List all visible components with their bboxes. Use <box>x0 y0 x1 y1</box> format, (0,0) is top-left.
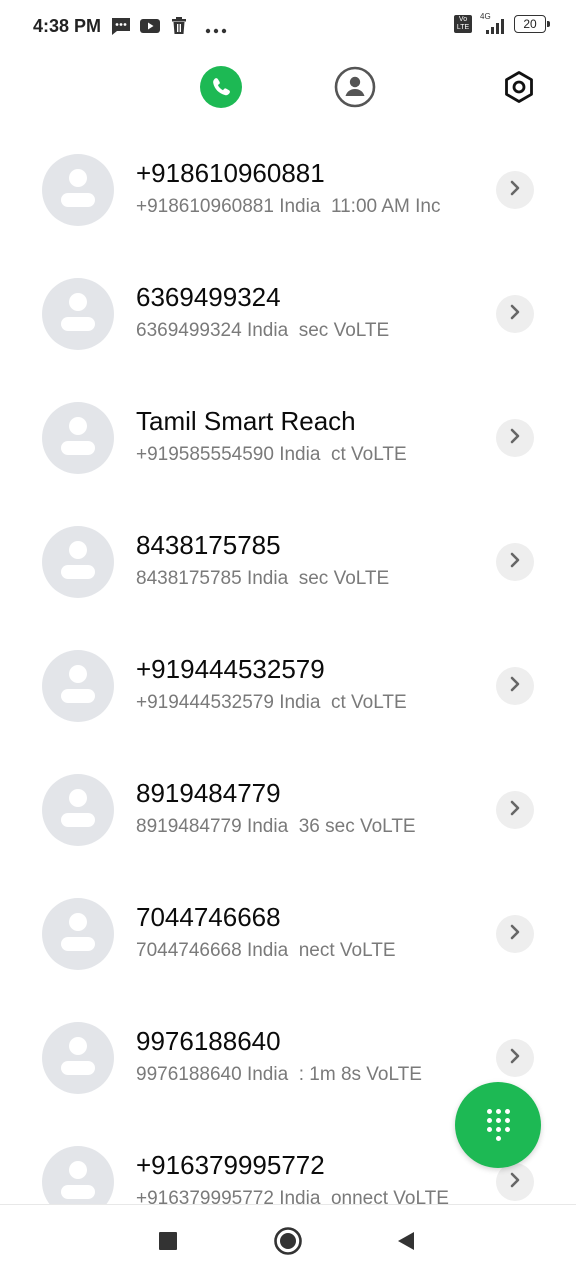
status-indicators: Vo LTE 4G 20 <box>454 12 550 34</box>
back-button[interactable] <box>390 1227 422 1259</box>
settings-button[interactable] <box>496 66 542 112</box>
tab-calls[interactable] <box>198 65 244 113</box>
chevron-right-icon <box>508 179 522 202</box>
call-item[interactable]: +918610960881 +918610960881 India 11:00 … <box>0 128 576 252</box>
phone-icon <box>200 65 242 113</box>
call-item[interactable]: Tamil Smart Reach +919585554590 India ct… <box>0 376 576 500</box>
call-item[interactable]: +919444532579 +919444532579 India ct VoL… <box>0 624 576 748</box>
call-item[interactable]: 7044746668 7044746668 India nect VoLTE <box>0 872 576 996</box>
dialpad-icon <box>486 1109 510 1141</box>
recents-button[interactable] <box>152 1227 184 1259</box>
hexagon-settings-icon <box>502 70 536 109</box>
call-name: Tamil Smart Reach <box>136 406 356 436</box>
avatar <box>42 774 114 846</box>
square-icon <box>158 1231 178 1256</box>
chevron-right-icon <box>508 303 522 326</box>
triangle-back-icon <box>395 1230 417 1257</box>
circle-home-icon <box>273 1226 303 1261</box>
youtube-notification-icon <box>139 16 161 41</box>
call-detail-button[interactable] <box>496 667 534 705</box>
dialpad-button[interactable] <box>455 1082 541 1168</box>
avatar <box>42 402 114 474</box>
battery-indicator: 20 <box>514 15 550 33</box>
call-details: +916379995772 India onnect VoLTE <box>136 1188 449 1204</box>
chevron-right-icon <box>508 1047 522 1070</box>
delete-notification-icon <box>169 16 189 41</box>
call-name: 6369499324 <box>136 282 281 312</box>
home-button[interactable] <box>272 1226 304 1261</box>
call-detail-button[interactable] <box>496 1163 534 1201</box>
call-details: 8919484779 India 36 sec VoLTE <box>136 816 416 837</box>
call-name: 8919484779 <box>136 778 281 808</box>
volte-icon: Vo LTE <box>454 15 472 33</box>
call-details: 9976188640 India : 1m 8s VoLTE <box>136 1064 422 1085</box>
call-detail-button[interactable] <box>496 915 534 953</box>
call-name: 7044746668 <box>136 902 281 932</box>
call-detail-button[interactable] <box>496 295 534 333</box>
avatar <box>42 526 114 598</box>
avatar <box>42 278 114 350</box>
call-name: +916379995772 <box>136 1150 325 1180</box>
more-notifications-icon <box>204 22 228 40</box>
call-detail-button[interactable] <box>496 1039 534 1077</box>
call-detail-button[interactable] <box>496 419 534 457</box>
top-navigation <box>0 65 576 116</box>
chevron-right-icon <box>508 675 522 698</box>
call-name: 9976188640 <box>136 1026 281 1056</box>
message-notification-icon <box>110 16 132 41</box>
chevron-right-icon <box>508 427 522 450</box>
call-details: +919444532579 India ct VoLTE <box>136 692 407 713</box>
avatar <box>42 1022 114 1094</box>
chevron-right-icon <box>508 799 522 822</box>
tab-contacts[interactable] <box>332 66 378 112</box>
call-detail-button[interactable] <box>496 791 534 829</box>
status-bar: 4:38 PM Vo LTE 4G 20 <box>0 0 576 56</box>
signal-icon: 4G <box>480 12 506 34</box>
call-details: +919585554590 India ct VoLTE <box>136 444 407 465</box>
call-detail-button[interactable] <box>496 543 534 581</box>
call-details: 7044746668 India nect VoLTE <box>136 940 396 961</box>
status-time: 4:38 PM <box>33 16 102 36</box>
call-details: 8438175785 India sec VoLTE <box>136 568 390 589</box>
chevron-right-icon <box>508 1171 522 1194</box>
call-item[interactable]: 8919484779 8919484779 India 36 sec VoLTE <box>0 748 576 872</box>
call-name: +918610960881 <box>136 158 325 188</box>
call-name: 8438175785 <box>136 530 281 560</box>
avatar <box>42 1146 114 1204</box>
call-details: +918610960881 India 11:00 AM Inc <box>136 196 441 217</box>
call-name: +919444532579 <box>136 654 325 684</box>
avatar <box>42 154 114 226</box>
call-details: 6369499324 India sec VoLTE <box>136 320 390 341</box>
call-item[interactable]: 8438175785 8438175785 India sec VoLTE <box>0 500 576 624</box>
call-detail-button[interactable] <box>496 171 534 209</box>
call-item[interactable]: 6369499324 6369499324 India sec VoLTE <box>0 252 576 376</box>
system-navigation-bar <box>0 1204 576 1281</box>
person-icon <box>333 65 377 114</box>
avatar <box>42 650 114 722</box>
chevron-right-icon <box>508 551 522 574</box>
avatar <box>42 898 114 970</box>
chevron-right-icon <box>508 923 522 946</box>
call-history-list[interactable]: +918610960881 +918610960881 India 11:00 … <box>0 128 576 1204</box>
